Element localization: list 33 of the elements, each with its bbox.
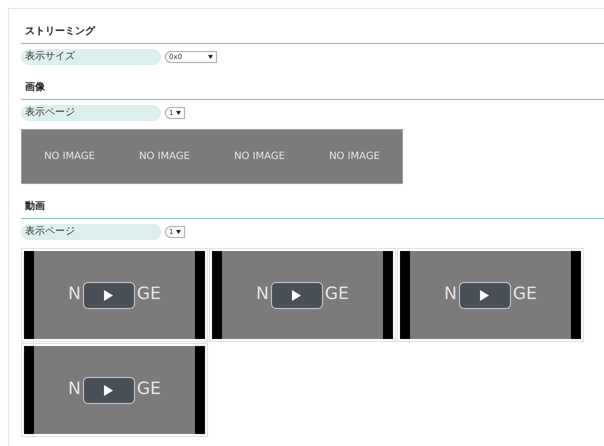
play-button[interactable] — [82, 282, 135, 308]
placeholder-text: N — [256, 283, 269, 306]
placeholder-text: N — [68, 283, 81, 306]
section-title: 動画 — [25, 201, 45, 212]
field-label: 表示ページ — [21, 224, 161, 240]
section-title: 画像 — [25, 82, 45, 93]
video-thumbnail[interactable]: N GE — [397, 248, 584, 342]
video-thumbnail[interactable]: N GE — [209, 248, 396, 342]
field-label: 表示ページ — [21, 105, 161, 121]
placeholder-text: GE — [512, 283, 537, 306]
video-thumbnail[interactable]: N GE — [21, 248, 208, 342]
caret-icon — [208, 55, 213, 59]
play-icon — [292, 290, 302, 300]
placeholder-text: NO IMAGE — [139, 150, 190, 164]
placeholder-text: N — [68, 378, 81, 402]
caret-icon — [176, 230, 182, 234]
placeholder-text: NO IMAGE — [329, 150, 380, 164]
video-thumbnail[interactable]: N GE — [21, 343, 208, 437]
placeholder-text: N — [444, 283, 457, 306]
placeholder-text: NO IMAGE — [234, 150, 285, 164]
play-button[interactable] — [458, 282, 511, 308]
play-icon — [104, 290, 114, 300]
play-button[interactable] — [270, 282, 323, 308]
play-button[interactable] — [82, 376, 135, 404]
play-icon — [480, 290, 490, 300]
play-icon — [104, 384, 114, 396]
field-label: 表示サイズ — [21, 49, 161, 65]
placeholder-text: NO IMAGE — [44, 150, 95, 164]
placeholder-text: GE — [324, 283, 349, 306]
placeholder-text: GE — [136, 378, 161, 402]
caret-icon — [176, 111, 182, 115]
placeholder-text: GE — [136, 283, 161, 306]
section-title: ストリーミング — [25, 26, 95, 37]
